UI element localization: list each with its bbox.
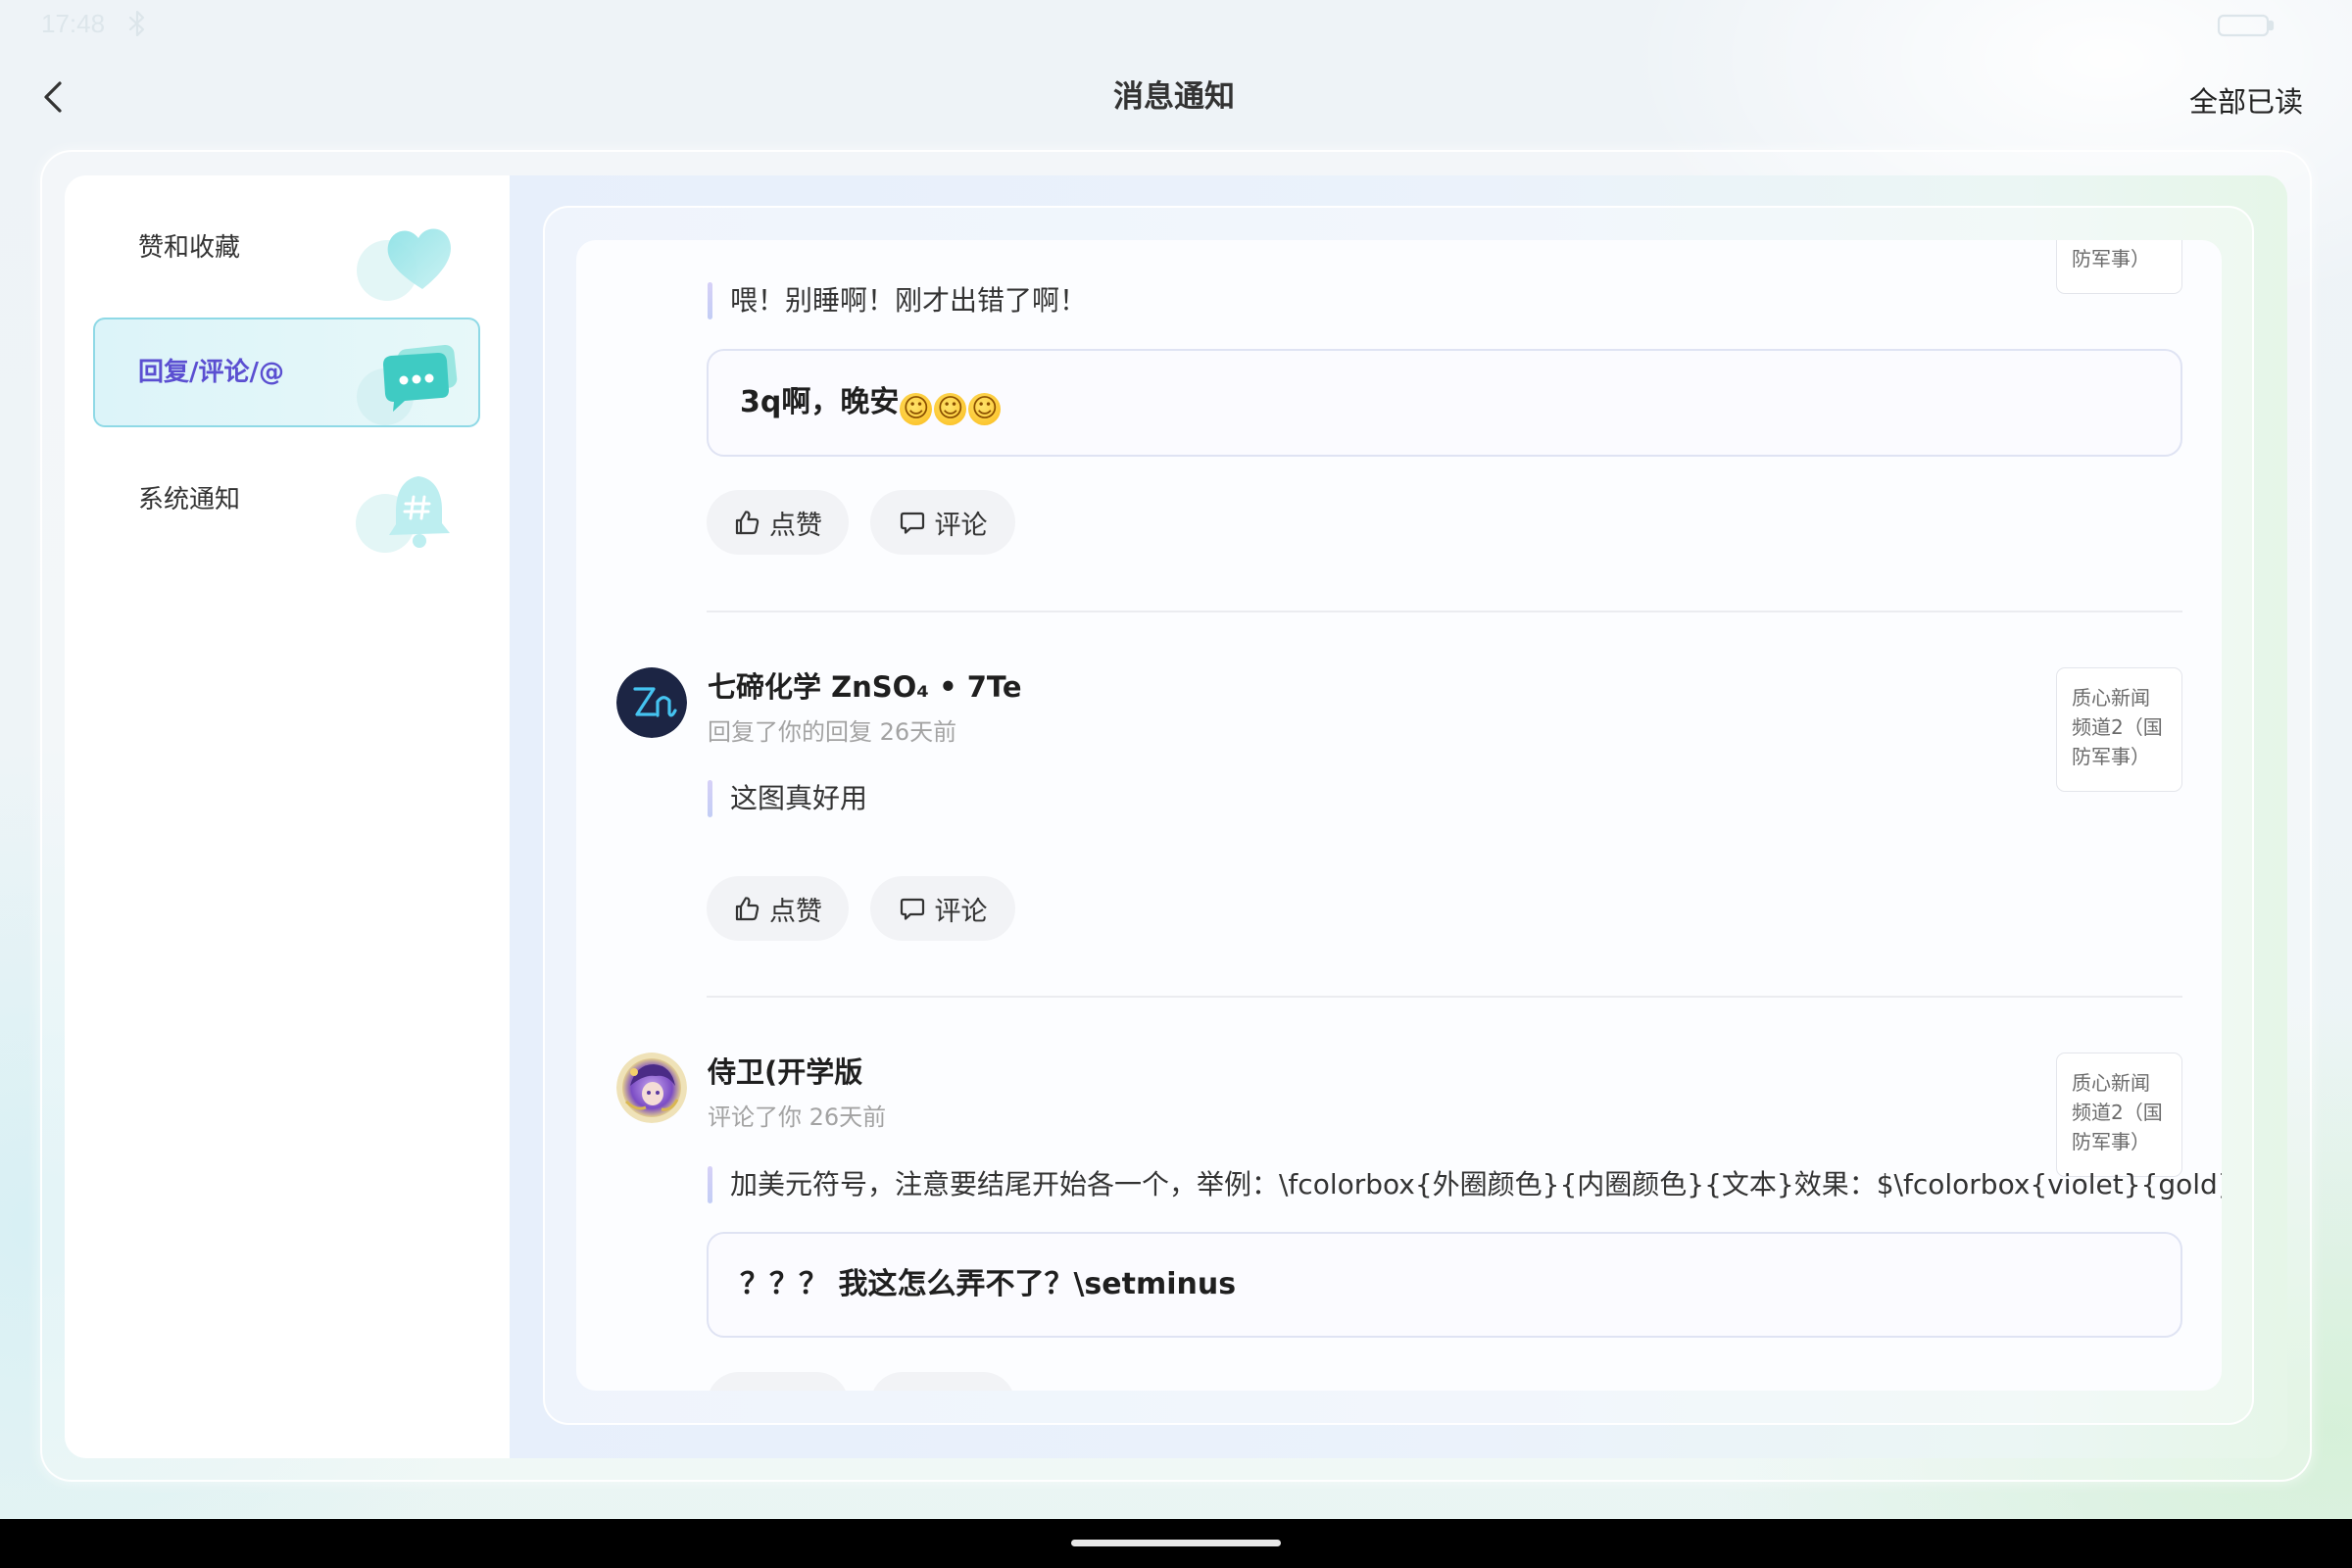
home-indicator[interactable] [1071,1540,1281,1546]
comment-icon [899,895,926,922]
notification-item[interactable]: 防军事） 喂！别睡啊！刚才出错了啊！ 3q啊，晚安 ☺ ☺ ☺ 点赞 评论 [576,240,2222,630]
sidebar-item-label: 赞和收藏 [138,233,241,263]
action-row: 点赞 评论 [707,876,1020,941]
avatar[interactable] [616,1053,687,1123]
action-row: 点赞 评论 [707,490,1020,555]
quoted-comment: 喂！别睡啊！刚才出错了啊！ [708,282,2222,319]
smiling-face-emoji: ☺ [934,393,967,425]
quote-bar [708,282,712,319]
badge-line: 频道2（国 [2072,715,2163,739]
channel-badge[interactable]: 质心新闻 频道2（国 防军事） [2056,1053,2182,1177]
quote-text: 喂！别睡啊！刚才出错了啊！ [730,284,1088,317]
status-time: 17:48 [41,9,106,38]
reply-box[interactable]: ？？？ 我这怎么弄不了？\setminus [707,1232,2182,1338]
user-name[interactable]: 七碲化学 ZnSO₄ • 7Te [708,667,1022,707]
badge-line: 质心新闻 [2072,1071,2150,1095]
comment-icon [899,509,926,536]
comment-button[interactable]: 评论 [870,490,1015,555]
like-button[interactable]: 点赞 [707,1372,849,1391]
notification-list[interactable]: 防军事） 喂！别睡啊！刚才出错了啊！ 3q啊，晚安 ☺ ☺ ☺ 点赞 评论 七碲… [576,240,2222,1391]
like-label: 点赞 [769,896,822,927]
comment-button[interactable]: 评论 [870,876,1015,941]
smiling-face-emoji: ☺ [968,393,1002,425]
quoted-comment: 这图真好用 [708,780,2222,817]
divider [707,611,2182,612]
reply-text: ？？？ 我这怎么弄不了？\setminus [740,1267,1237,1301]
battery-icon [2217,13,2276,38]
quoted-comment: 加美元符号，注意要结尾开始各一个，举例：\fcolorbox{外圈颜色}{内圈颜… [708,1166,2222,1203]
chat-bubbles-icon [350,341,464,425]
heart-icon [350,217,464,301]
sidebar-item-system-notifications[interactable]: 系统通知 [93,445,480,555]
reply-box[interactable]: 3q啊，晚安 ☺ ☺ ☺ [707,349,2182,457]
like-label: 点赞 [769,510,822,541]
page-title: 消息通知 [1113,79,1235,115]
channel-badge[interactable]: 质心新闻 频道2（国 防军事） [2056,667,2182,792]
thumbs-up-icon [733,509,760,536]
smiling-face-emoji: ☺ [900,393,933,425]
comment-label: 评论 [935,1386,988,1392]
sidebar-item-label: 系统通知 [138,485,241,514]
comment-button[interactable]: 评论 [870,1372,1015,1391]
back-button[interactable] [27,72,78,122]
badge-line: 防军事） [2072,247,2150,270]
badge-line: 防军事） [2072,1130,2150,1153]
chevron-left-icon [40,79,66,115]
bell-icon [350,468,464,553]
quote-text: 加美元符号，注意要结尾开始各一个，举例：\fcolorbox{外圈颜色}{内圈颜… [730,1168,2222,1200]
user-name[interactable]: 侍卫(开学版 [708,1053,862,1092]
quote-text: 这图真好用 [730,782,868,814]
badge-line: 防军事） [2072,745,2150,768]
action-row: 点赞 评论 [707,1372,1020,1391]
like-label: 点赞 [769,1386,822,1392]
sidebar: 赞和收藏 回复/评论/@ 系统通知 [65,175,510,1458]
bluetooth-icon [127,9,147,38]
divider [707,996,2182,998]
badge-line: 频道2（国 [2072,1101,2163,1124]
sidebar-item-replies-comments-mentions[interactable]: 回复/评论/@ [93,318,480,427]
like-button[interactable]: 点赞 [707,876,849,941]
thumbs-up-icon [733,895,760,922]
mark-all-read-button[interactable]: 全部已读 [2189,82,2303,122]
notification-meta: 回复了你的回复 26天前 [708,718,957,746]
badge-line: 质心新闻 [2072,686,2150,710]
notification-meta: 评论了你 26天前 [708,1103,887,1131]
comment-label: 评论 [934,510,988,541]
sidebar-item-label: 回复/评论/@ [138,358,284,387]
quote-bar [708,780,712,817]
like-button[interactable]: 点赞 [707,490,849,555]
comment-label: 评论 [934,896,988,927]
system-nav-bar [0,1519,2352,1568]
notification-item[interactable]: 侍卫(开学版 评论了你 26天前 质心新闻 频道2（国 防军事） 加美元符号，注… [576,1053,2222,1391]
quote-bar [708,1166,712,1203]
avatar[interactable] [616,667,687,738]
sidebar-item-likes-favorites[interactable]: 赞和收藏 [93,193,480,303]
reply-text: 3q啊，晚安 ☺ ☺ ☺ [740,351,1002,455]
